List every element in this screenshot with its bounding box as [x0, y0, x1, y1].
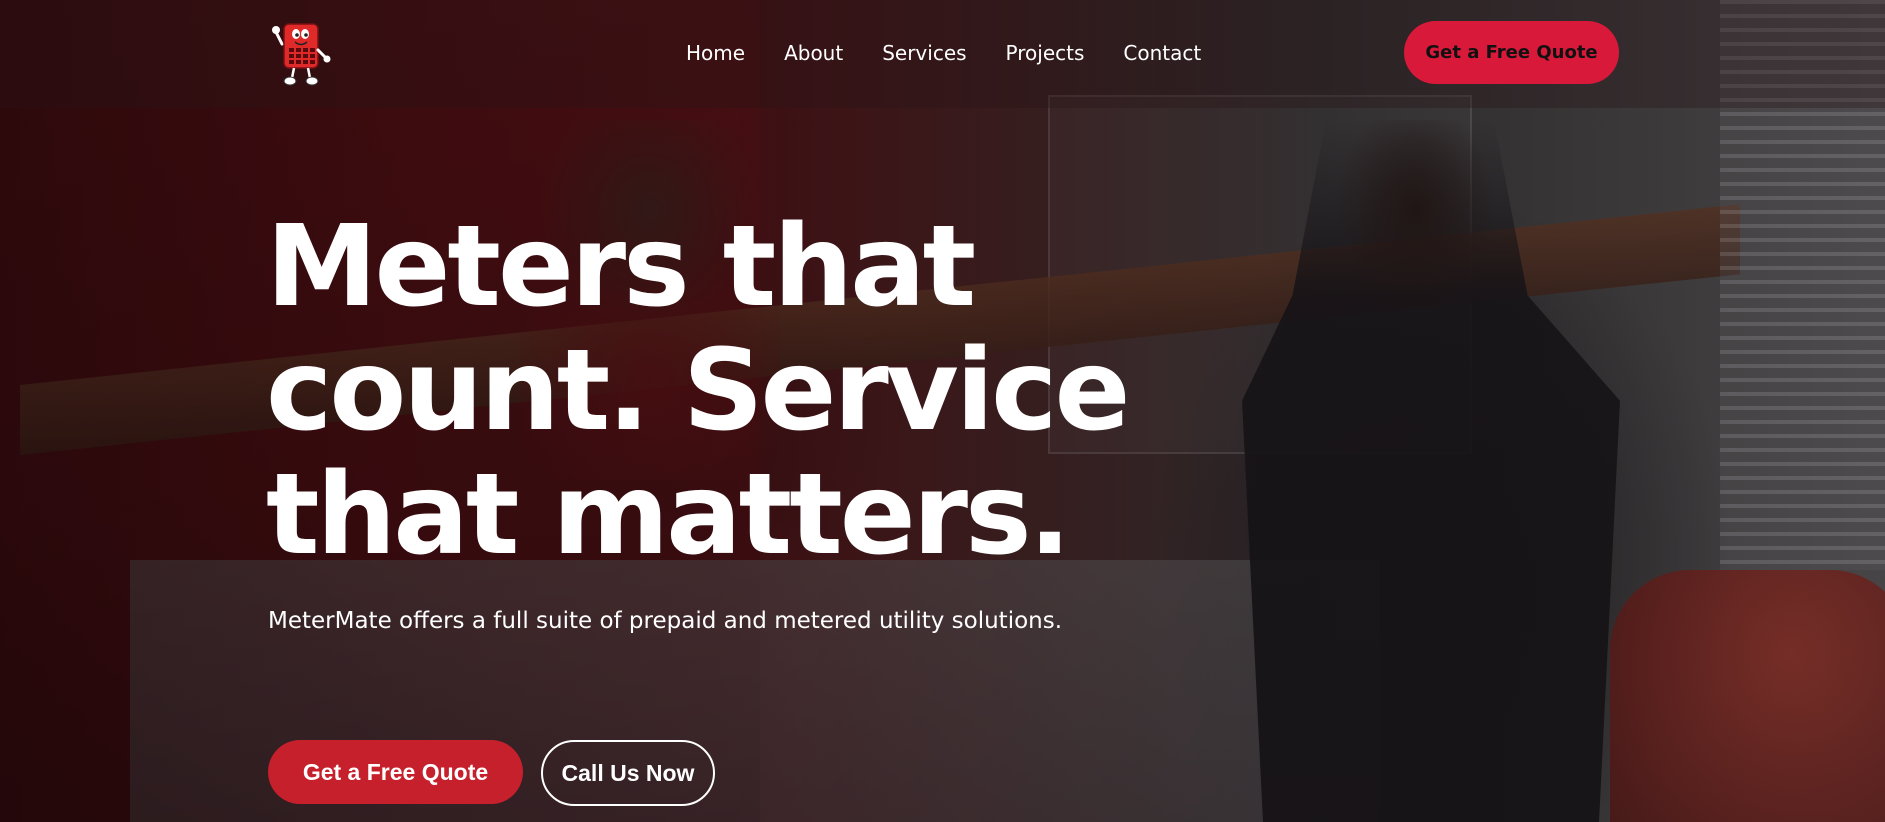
call-us-button[interactable]: Call Us Now: [541, 740, 715, 806]
hero-title-line-2: count. Service: [266, 326, 1131, 456]
nav-link-home[interactable]: Home: [686, 38, 745, 68]
main-nav: Home About Services Projects Contact: [686, 38, 1201, 68]
hero-title: Meters that count. Service that matters.: [266, 205, 1166, 577]
meter-mascot-icon[interactable]: [272, 20, 332, 86]
nav-link-services[interactable]: Services: [882, 38, 966, 68]
hero-subtitle: MeterMate offers a full suite of prepaid…: [268, 608, 1063, 634]
nav-link-contact[interactable]: Contact: [1123, 38, 1201, 68]
header-quote-button[interactable]: Get a Free Quote: [1404, 21, 1619, 84]
page: Home About Services Projects Contact Get…: [0, 0, 1885, 822]
nav-link-about[interactable]: About: [784, 38, 843, 68]
hero-title-line-1: Meters that: [266, 202, 976, 332]
hero-title-line-3: that matters.: [266, 450, 1071, 580]
site-header: Home About Services Projects Contact Get…: [0, 0, 1885, 108]
hero-quote-button[interactable]: Get a Free Quote: [268, 740, 523, 804]
nav-link-projects[interactable]: Projects: [1006, 38, 1085, 68]
